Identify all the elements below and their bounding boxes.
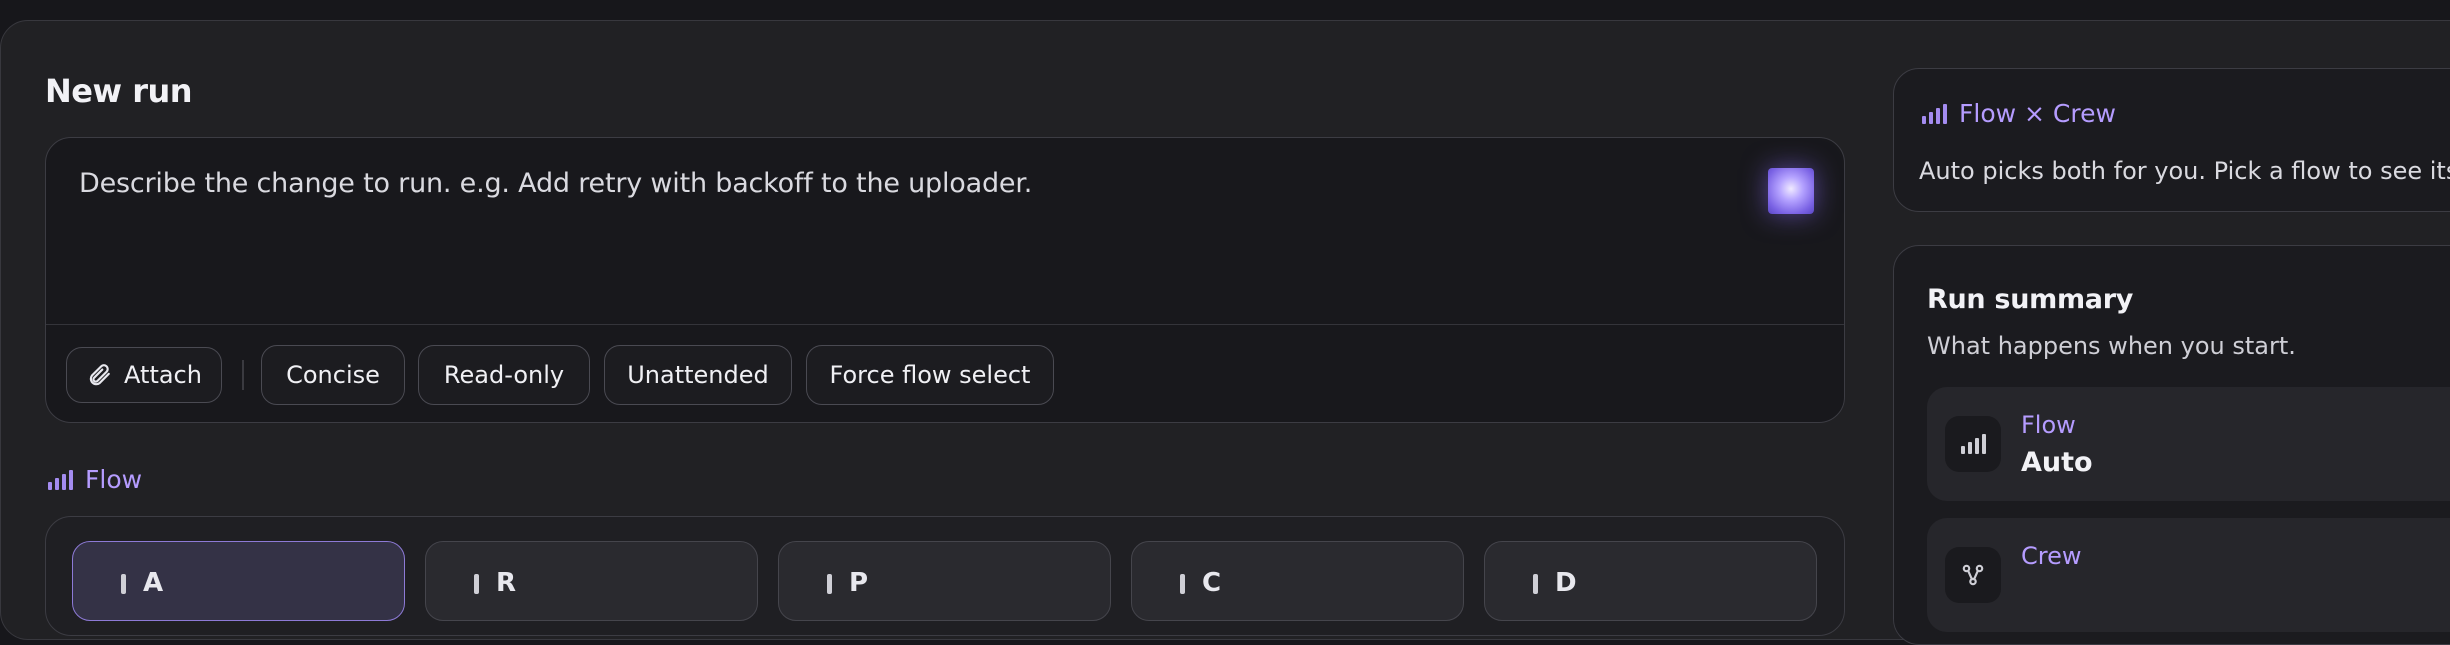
- submit-orb-icon[interactable]: [1768, 168, 1814, 214]
- flow-crew-title: Flow × Crew: [1959, 99, 2116, 128]
- flow-crew-heading: Flow × Crew: [1922, 99, 2116, 128]
- bars-icon: [1945, 416, 2001, 472]
- attach-label: Attach: [124, 361, 202, 389]
- flow-option-label: D: [1555, 568, 1577, 598]
- signal-bars-icon: [48, 469, 73, 490]
- summary-key: Flow: [2021, 411, 2076, 439]
- paperclip-icon: [89, 364, 110, 386]
- flow-option-3[interactable]: P: [778, 541, 1111, 621]
- flow-option-5[interactable]: D: [1484, 541, 1817, 621]
- flow-icon: [1533, 574, 1538, 594]
- signal-bars-icon: [1922, 103, 1947, 124]
- run-summary-title: Run summary: [1927, 284, 2134, 315]
- flow-crew-description: Auto picks both for you. Pick a flow to …: [1919, 157, 2450, 185]
- flow-icon: [121, 574, 126, 594]
- chip-separator: [242, 360, 244, 390]
- read-only-toggle[interactable]: Read-only: [418, 345, 590, 405]
- run-summary-subtitle: What happens when you start.: [1927, 332, 2296, 360]
- composer-input[interactable]: Describe the change to run. e.g. Add ret…: [79, 168, 1032, 199]
- flow-option-label: C: [1202, 568, 1222, 598]
- flow-icon: [1180, 574, 1185, 594]
- flow-section-label: Flow: [48, 465, 142, 494]
- page-title: New run: [45, 72, 193, 110]
- unattended-toggle[interactable]: Unattended: [604, 345, 792, 405]
- concise-toggle[interactable]: Concise: [261, 345, 405, 405]
- run-summary-card: Run summary What happens when you start.…: [1893, 245, 2450, 645]
- flow-option-auto[interactable]: A: [72, 541, 405, 621]
- summary-row-flow[interactable]: Flow Auto: [1927, 387, 2450, 501]
- summary-row-crew[interactable]: Crew: [1927, 518, 2450, 632]
- attach-button[interactable]: Attach: [66, 347, 222, 403]
- summary-key: Crew: [2021, 542, 2082, 570]
- flow-option-4[interactable]: C: [1131, 541, 1464, 621]
- composer-divider: [46, 324, 1844, 325]
- flow-crew-card: Flow × Crew Auto picks both for you. Pic…: [1893, 68, 2450, 212]
- flow-label: Flow: [85, 465, 143, 494]
- flow-option-label: P: [849, 568, 869, 598]
- flow-picker: A R P C D: [45, 516, 1845, 636]
- run-composer[interactable]: Describe the change to run. e.g. Add ret…: [45, 137, 1845, 423]
- crew-icon: [1945, 547, 2001, 603]
- force-flow-select-toggle[interactable]: Force flow select: [806, 345, 1054, 405]
- flow-option-2[interactable]: R: [425, 541, 758, 621]
- flow-option-label: R: [496, 568, 517, 598]
- flow-icon: [474, 574, 479, 594]
- flow-option-label: A: [143, 568, 164, 598]
- flow-icon: [827, 574, 832, 594]
- summary-value: Auto: [2021, 447, 2093, 478]
